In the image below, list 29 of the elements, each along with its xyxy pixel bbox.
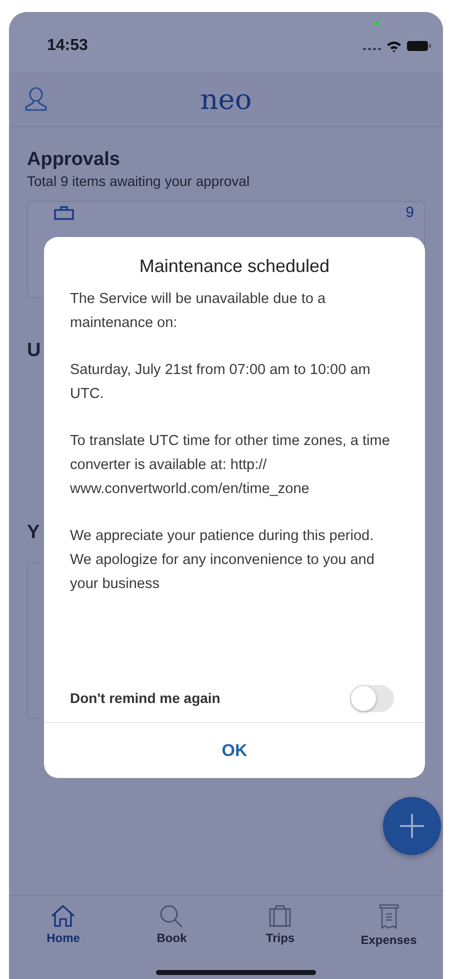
battery-icon: [407, 40, 431, 52]
profile-icon[interactable]: [23, 86, 49, 112]
dialog-paragraph: Saturday, July 21st from 07:00 am to 10:00 am UTC.: [70, 361, 372, 404]
tab-bar-item[interactable]: Trips: [240, 904, 320, 957]
dialog-paragraph: The Service will be unavailable due to a maintenance on:: [70, 290, 327, 333]
section-title: Approvals: [27, 149, 120, 171]
camera-indicator-icon: [374, 21, 379, 26]
dialog-paragraph: To translate UTC time for other time zones, a time converter is available at: http:// www.convertworld.com/en/time_zone: [70, 432, 391, 499]
tab-bar-item[interactable]: Home: [23, 904, 104, 957]
section-title: U: [27, 340, 41, 362]
wifi-icon: [386, 40, 402, 52]
tab-bar-item[interactable]: Book: [132, 904, 212, 957]
tab-bar-item[interactable]: Expenses: [348, 904, 429, 957]
app-logo: neo: [200, 82, 252, 116]
toggle-switch[interactable]: [350, 684, 394, 712]
toggle-label: Don't remind me again: [70, 690, 220, 706]
home-icon: [50, 904, 76, 928]
search-icon: [158, 904, 185, 928]
add-button[interactable]: [383, 797, 441, 855]
section-title: Y: [27, 522, 40, 544]
plus-icon: [399, 813, 425, 839]
status-time: 14:53: [47, 37, 88, 55]
ok-button[interactable]: OK: [44, 723, 425, 778]
dialog-title: Maintenance scheduled: [138, 256, 331, 277]
approval-count: 9: [406, 204, 414, 221]
section-subtitle: Total 9 items awaiting your approval: [27, 173, 251, 189]
briefcase-icon: [54, 206, 74, 220]
dialog-paragraph: We appreciate your patience during this period. We apologize for any inconvenience to you and your business: [70, 527, 376, 594]
suitcase-icon: [267, 904, 294, 928]
